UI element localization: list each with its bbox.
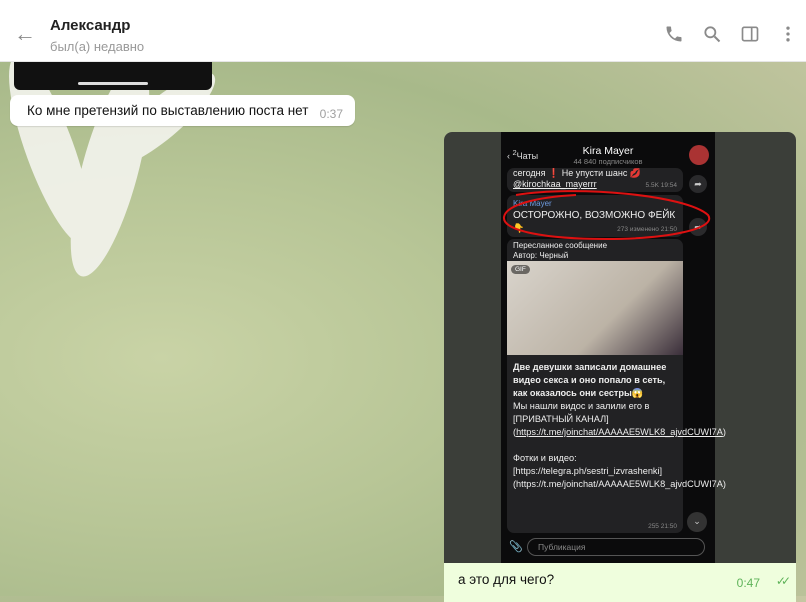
message-time: 0:47 xyxy=(736,576,760,590)
message-text: Ко мне претензий по выставлению поста не… xyxy=(27,103,309,118)
outgoing-message: ‹ 2Чаты Kira Mayer 44 840 подписчиков се… xyxy=(444,132,796,602)
message-caption: а это для чего? xyxy=(458,572,555,587)
phone-input-bar: 📎 Публикация xyxy=(507,538,709,558)
attached-screenshot[interactable]: ‹ 2Чаты Kira Mayer 44 840 подписчиков се… xyxy=(444,132,796,563)
more-menu-icon[interactable] xyxy=(778,24,798,44)
search-icon[interactable] xyxy=(702,24,722,44)
incoming-message: Ко мне претензий по выставлению поста не… xyxy=(10,95,355,126)
contact-status: был(а) недавно xyxy=(50,39,145,54)
contact-name[interactable]: Александр xyxy=(50,17,130,34)
chat-header: ← Александр был(а) недавно xyxy=(0,0,806,62)
phone-icon[interactable] xyxy=(664,24,684,44)
scroll-down-icon: ⌄ xyxy=(687,512,707,532)
gif-preview: GIF xyxy=(507,261,683,355)
channel-avatar xyxy=(689,145,709,165)
channel-title: Kira Mayer xyxy=(582,145,634,157)
attach-icon: 📎 xyxy=(509,541,523,553)
forwarded-post: Пересланное сообщение Автор: Черный GIF … xyxy=(507,239,726,533)
previous-media-fragment[interactable] xyxy=(14,62,212,90)
channel-subscribers: 44 840 подписчиков xyxy=(573,157,643,166)
red-annotation-circle xyxy=(503,190,711,241)
message-time: 0:37 xyxy=(319,107,343,121)
back-arrow-icon[interactable]: ← xyxy=(14,23,36,45)
read-checkmarks-icon: ✓✓ xyxy=(775,574,791,588)
sidebar-toggle-icon[interactable] xyxy=(740,24,760,44)
